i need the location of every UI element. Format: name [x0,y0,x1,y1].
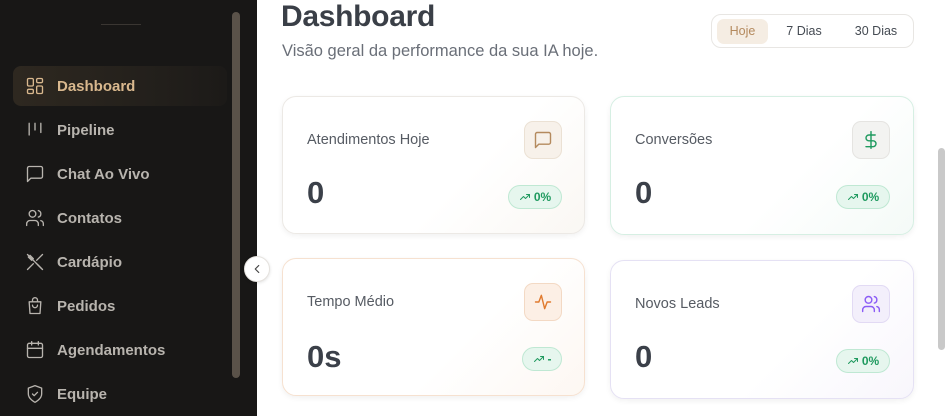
sidebar-item-agendamentos[interactable]: Agendamentos [13,330,227,370]
utensils-icon [25,252,45,272]
sidebar-item-equipe[interactable]: Equipe [13,374,227,414]
sidebar-item-cardapio[interactable]: Cardápio [13,242,227,282]
main-scrollbar[interactable] [938,148,945,350]
trending-up-icon [847,194,858,200]
sidebar-scrollbar[interactable] [232,12,240,378]
card-label: Atendimentos Hoje [307,132,430,148]
trend-badge: 0% [836,185,890,209]
sidebar-item-label: Dashboard [57,77,136,95]
trending-up-icon [533,356,544,362]
sidebar-item-label: Chat Ao Vivo [57,165,150,183]
period-option-7-dias[interactable]: 7 Dias [776,19,832,44]
activity-icon [524,283,562,321]
trending-up-icon [847,358,858,364]
sidebar-item-label: Contatos [57,209,122,227]
chevron-left-icon [254,264,260,274]
calendar-icon [25,340,45,360]
sidebar-item-pedidos[interactable]: Pedidos [13,286,227,326]
sidebar-item-contatos[interactable]: Contatos [13,198,227,238]
period-option-30-dias[interactable]: 30 Dias [846,19,906,44]
trend-value: 0% [533,190,552,204]
dashboard-grid-icon [25,76,45,96]
trend-badge: - [522,347,562,371]
card-value: 0 [307,175,325,210]
trend-badge: 0% [836,349,890,373]
pipeline-icon [25,120,45,140]
sidebar: Dashboard Pipeline Chat Ao Vivo Contatos… [0,0,257,416]
shopping-bag-icon [25,296,45,316]
period-option-hoje[interactable]: Hoje [717,19,768,44]
card-value: 0s [307,339,342,374]
card-value: 0 [635,175,653,210]
stat-card-tempo-medio: Tempo Médio 0s - [282,258,585,396]
sidebar-item-dashboard[interactable]: Dashboard [13,66,227,106]
sidebar-item-chat-ao-vivo[interactable]: Chat Ao Vivo [13,154,227,194]
stat-card-atendimentos: Atendimentos Hoje 0 0% [282,96,585,234]
trending-up-icon [519,194,530,200]
stat-card-conversoes: Conversões 0 0% [610,96,914,235]
sidebar-item-label: Equipe [57,385,108,403]
card-label: Tempo Médio [307,294,395,310]
dollar-sign-icon [852,121,890,159]
page-title: Dashboard [281,0,435,33]
trend-value: 0% [861,190,880,204]
sidebar-item-label: Cardápio [57,253,123,271]
users-icon [25,208,45,228]
sidebar-item-label: Pedidos [57,297,116,315]
card-label: Novos Leads [635,296,720,312]
shield-icon [25,384,45,404]
message-square-icon [524,121,562,159]
stat-card-novos-leads: Novos Leads 0 0% [610,260,914,399]
trend-value: 0% [861,354,880,368]
collapse-sidebar-button[interactable] [244,256,270,282]
sidebar-item-pipeline[interactable]: Pipeline [13,110,227,150]
card-label: Conversões [635,132,713,148]
sidebar-item-label: Pipeline [57,121,115,139]
trend-value: - [547,352,552,366]
logo-divider [101,24,141,25]
users-icon [852,285,890,323]
sidebar-item-label: Agendamentos [57,341,166,359]
card-value: 0 [635,339,653,374]
chat-bubble-icon [25,164,45,184]
period-filter: Hoje 7 Dias 30 Dias [711,14,914,48]
trend-badge: 0% [508,185,562,209]
page-subtitle: Visão geral da performance da sua IA hoj… [282,42,599,60]
